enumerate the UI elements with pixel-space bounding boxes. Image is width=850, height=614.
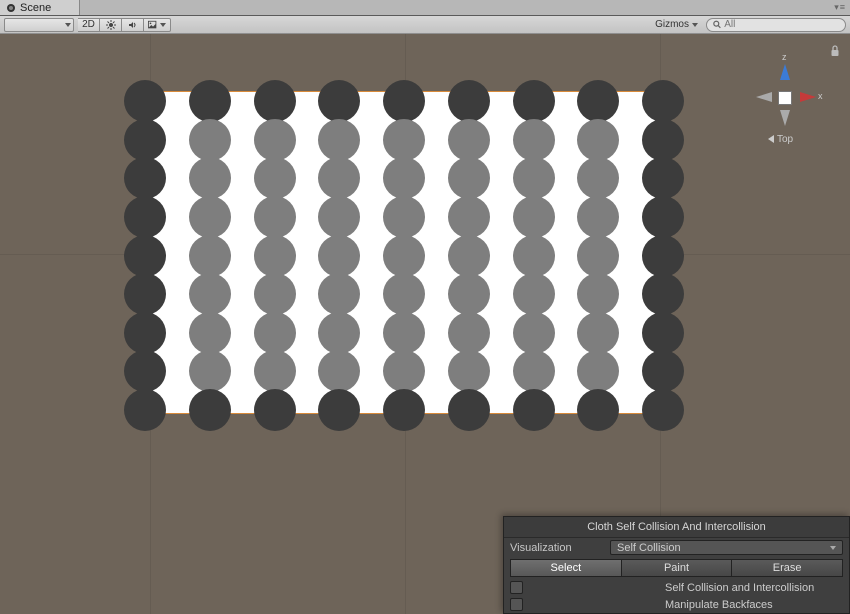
axis-x-cone[interactable] (800, 92, 816, 102)
window-options-icon[interactable]: ▾≡ (834, 2, 846, 13)
self-collision-row: Self Collision and Intercollision (504, 579, 849, 596)
visualization-dropdown[interactable]: Self Collision (610, 540, 843, 555)
gizmos-dropdown[interactable]: Gizmos (651, 18, 702, 32)
scene-toolbar: 2D Gizmos (0, 16, 850, 34)
2d-toggle-button[interactable]: 2D (78, 18, 100, 32)
lock-icon[interactable] (830, 44, 840, 56)
audio-toggle-button[interactable] (122, 18, 144, 32)
scene-tab-label: Scene (20, 2, 51, 14)
backfaces-checkbox[interactable] (510, 598, 523, 611)
sun-icon (106, 20, 116, 30)
shading-mode-dropdown[interactable] (4, 18, 74, 32)
search-field[interactable] (706, 18, 846, 32)
view-label[interactable]: Top (768, 134, 793, 145)
cloth-collision-panel: Cloth Self Collision And Intercollision … (503, 516, 850, 614)
gizmo-center-cube[interactable] (778, 91, 792, 105)
erase-mode-button[interactable]: Erase (732, 559, 843, 577)
image-icon (148, 20, 158, 30)
chevron-down-icon (65, 23, 71, 27)
axis-neg-cone[interactable] (756, 92, 772, 102)
speaker-icon (128, 20, 138, 30)
gizmos-label: Gizmos (655, 19, 689, 30)
lighting-toggle-button[interactable] (100, 18, 122, 32)
axis-z-cone[interactable] (780, 64, 790, 80)
chevron-down-icon (830, 546, 836, 550)
visualization-label: Visualization (510, 542, 610, 554)
paint-mode-segment: Select Paint Erase (504, 557, 849, 579)
scene-tab[interactable]: Scene (0, 0, 80, 15)
scene-tab-icon (6, 3, 16, 13)
chevron-down-icon (160, 23, 166, 27)
self-collision-checkbox[interactable] (510, 581, 523, 594)
search-input[interactable] (724, 19, 839, 30)
paint-mode-button[interactable]: Paint (622, 559, 733, 577)
effects-dropdown-button[interactable] (144, 18, 171, 32)
2d-toggle-label: 2D (82, 19, 95, 30)
visualization-row: Visualization Self Collision (504, 538, 849, 557)
panel-title: Cloth Self Collision And Intercollision (504, 517, 849, 538)
chevron-down-icon (692, 23, 698, 27)
select-mode-button[interactable]: Select (510, 559, 622, 577)
self-collision-label: Self Collision and Intercollision (665, 582, 814, 594)
tab-bar: Scene ▾≡ (0, 0, 850, 16)
axis-neg-cone[interactable] (780, 110, 790, 126)
cloth-plane[interactable] (147, 91, 660, 414)
scene-viewport[interactable]: z x Top Cloth Self Collision And Interco… (0, 34, 850, 614)
search-icon (713, 20, 721, 29)
axis-z-label: z (782, 52, 787, 62)
axis-x-label: x (818, 91, 823, 101)
backfaces-row: Manipulate Backfaces (504, 596, 849, 613)
orientation-gizmo[interactable]: z x Top (750, 54, 820, 134)
backfaces-label: Manipulate Backfaces (665, 599, 773, 611)
visualization-value: Self Collision (617, 542, 681, 554)
